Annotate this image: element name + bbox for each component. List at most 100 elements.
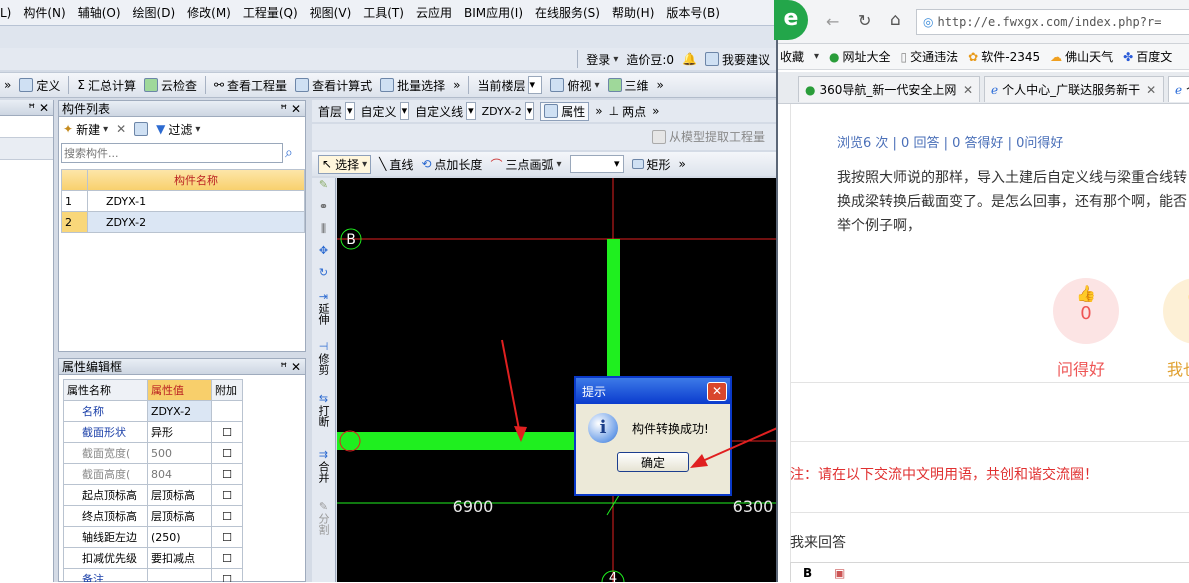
pin-close-icon[interactable]: ꟸ ✕: [280, 360, 301, 374]
bookmark-item[interactable]: ☁ 佛山天气: [1050, 48, 1113, 65]
menu-tools[interactable]: 工具(T): [363, 4, 404, 21]
two-points-button[interactable]: ⊥ 两点: [609, 103, 646, 120]
bookmark-item[interactable]: ● 网址大全: [829, 48, 891, 65]
bookmark-item[interactable]: ▯ 交通违法: [901, 48, 959, 65]
property-value[interactable]: 804: [147, 463, 212, 485]
delete-icon[interactable]: ✕: [116, 122, 126, 136]
component-dropdown[interactable]: ZDYX-2 ▾: [482, 102, 535, 120]
checkbox[interactable]: ☐: [211, 568, 243, 582]
property-value[interactable]: ZDYX-2: [147, 400, 212, 422]
new-component-button[interactable]: ✦ 新建 ▾: [63, 121, 108, 138]
checkbox[interactable]: ☐: [211, 547, 243, 569]
property-row[interactable]: 备注 ☐: [63, 568, 243, 582]
extract-button[interactable]: 从模型提取工程量: [652, 128, 765, 145]
address-bar[interactable]: ◎ http://e.fwxgx.com/index.php?r=: [916, 9, 1189, 35]
back-icon[interactable]: ←: [826, 12, 839, 31]
menu-help[interactable]: 帮助(H): [612, 4, 654, 21]
menu-online[interactable]: 在线服务(S): [535, 4, 600, 21]
property-value[interactable]: 层顶标高: [147, 484, 212, 506]
menu-item[interactable]: L): [0, 6, 11, 20]
ok-button[interactable]: 确定: [617, 452, 689, 472]
property-value[interactable]: [147, 568, 212, 582]
like2-button[interactable]: 👍 0: [1163, 278, 1189, 344]
menu-version[interactable]: 版本号(B): [666, 4, 720, 21]
checkbox[interactable]: ☐: [211, 526, 243, 548]
break-button[interactable]: ⇆ 打断: [312, 392, 335, 448]
expand-icon[interactable]: »: [652, 104, 659, 118]
bookmark-item[interactable]: ✤ 百度文: [1123, 48, 1172, 65]
line-button[interactable]: ╲ 直线: [379, 156, 413, 173]
property-row[interactable]: 起点顶标高 层顶标高 ☐: [63, 484, 243, 506]
bookmark-favorites[interactable]: 收藏: [780, 48, 804, 65]
bold-icon[interactable]: B: [803, 566, 812, 580]
property-value[interactable]: 层顶标高: [147, 505, 212, 527]
view-formula-button[interactable]: 查看计算式: [295, 77, 372, 94]
batch-select-button[interactable]: 批量选择: [380, 77, 445, 94]
close-icon[interactable]: ✕: [1146, 83, 1156, 97]
custom-line-dropdown[interactable]: 自定义线 ▾: [415, 102, 476, 120]
menu-component[interactable]: 构件(N): [23, 4, 65, 21]
rotate-icon[interactable]: ↻: [312, 266, 335, 288]
copy-icon[interactable]: [134, 122, 149, 136]
checkbox[interactable]: ☐: [211, 442, 243, 464]
property-row[interactable]: 截面高度(804 ☐: [63, 463, 243, 485]
property-row[interactable]: 截面形状 异形 ☐: [63, 421, 243, 443]
property-button[interactable]: 属性: [540, 101, 590, 121]
menu-view[interactable]: 视图(V): [310, 4, 352, 21]
extend-button[interactable]: ⇥ 延伸: [312, 288, 335, 340]
floor-dropdown[interactable]: 首层 ▾: [318, 102, 355, 120]
checkbox[interactable]: ☐: [211, 484, 243, 506]
current-floor-dropdown[interactable]: 当前楼层 ▾: [477, 76, 543, 94]
close-icon[interactable]: ✕: [963, 83, 973, 97]
select-button[interactable]: ↖ 选择 ▾: [318, 154, 372, 174]
property-row[interactable]: 截面宽度(500 ☐: [63, 442, 243, 464]
menu-modify[interactable]: 修改(M): [187, 4, 231, 21]
menu-quantity[interactable]: 工程量(Q): [243, 4, 298, 21]
bookmark-item[interactable]: ✿ 软件-2345: [968, 48, 1040, 65]
pin-close-icon[interactable]: ꟸ ✕: [28, 101, 49, 115]
answer-editor[interactable]: B ▣: [790, 562, 1189, 582]
mirror-axis-icon[interactable]: ⫼: [312, 222, 335, 244]
filter-button[interactable]: ▼ 过滤 ▾: [156, 121, 200, 138]
image-icon[interactable]: ▣: [834, 566, 845, 580]
property-value[interactable]: 500: [147, 442, 212, 464]
table-row[interactable]: 2 ZDYX-2: [61, 211, 305, 233]
arc-button[interactable]: ⌒ 三点画弧 ▾: [490, 156, 561, 173]
merge-button[interactable]: ⇉ 合并: [312, 448, 335, 500]
pin-close-icon[interactable]: ꟸ ✕: [280, 102, 301, 116]
sum-button[interactable]: Σ 汇总计算: [77, 77, 136, 94]
split-button[interactable]: ✎ 分割: [312, 500, 335, 552]
property-value[interactable]: 要扣减点: [147, 547, 212, 569]
property-row[interactable]: 终点顶标高 层顶标高 ☐: [63, 505, 243, 527]
cloud-check-button[interactable]: 云检查: [143, 77, 197, 94]
define-button[interactable]: 定义: [19, 77, 60, 94]
property-row[interactable]: 名称 ZDYX-2: [63, 400, 243, 422]
expand-icon[interactable]: »: [453, 78, 460, 92]
expand-icon[interactable]: »: [679, 157, 686, 171]
browser-tab[interactable]: ● 360导航_新一代安全上网 ✕: [798, 76, 980, 102]
property-value[interactable]: 异形: [147, 421, 212, 443]
property-row[interactable]: 扣减优先级 要扣减点 ☐: [63, 547, 243, 569]
rect-button[interactable]: 矩形: [631, 156, 671, 173]
suggest-button[interactable]: 我要建议: [704, 51, 770, 68]
login-button[interactable]: 登录 ▾: [586, 51, 618, 68]
trim-button[interactable]: ⊣ 修剪: [312, 340, 335, 392]
search-icon[interactable]: ⌕: [285, 145, 293, 161]
refresh-icon[interactable]: ↻: [858, 11, 871, 30]
checkbox[interactable]: ☐: [211, 505, 243, 527]
three-d-button[interactable]: 三维: [607, 77, 649, 94]
menu-axis[interactable]: 辅轴(O): [78, 4, 121, 21]
expand-icon[interactable]: »: [657, 78, 664, 92]
component-search-input[interactable]: [61, 143, 283, 163]
bell-icon[interactable]: 🔔: [682, 52, 697, 66]
shape-dropdown[interactable]: ▾: [569, 155, 624, 173]
move-icon[interactable]: ✥: [312, 244, 335, 266]
top-view-button[interactable]: 俯视 ▾: [550, 77, 600, 94]
point-length-button[interactable]: ⟲ 点加长度: [421, 156, 482, 173]
browser-tab[interactable]: ℯ 个人中心_广联达服务新干 ✕: [984, 76, 1164, 102]
custom-dropdown[interactable]: 自定义 ▾: [361, 102, 410, 120]
checkbox[interactable]: ☐: [211, 421, 243, 443]
reply-editor-top[interactable]: [791, 382, 1189, 442]
menu-cloud[interactable]: 云应用: [416, 4, 452, 21]
expand-icon[interactable]: »: [595, 104, 602, 118]
